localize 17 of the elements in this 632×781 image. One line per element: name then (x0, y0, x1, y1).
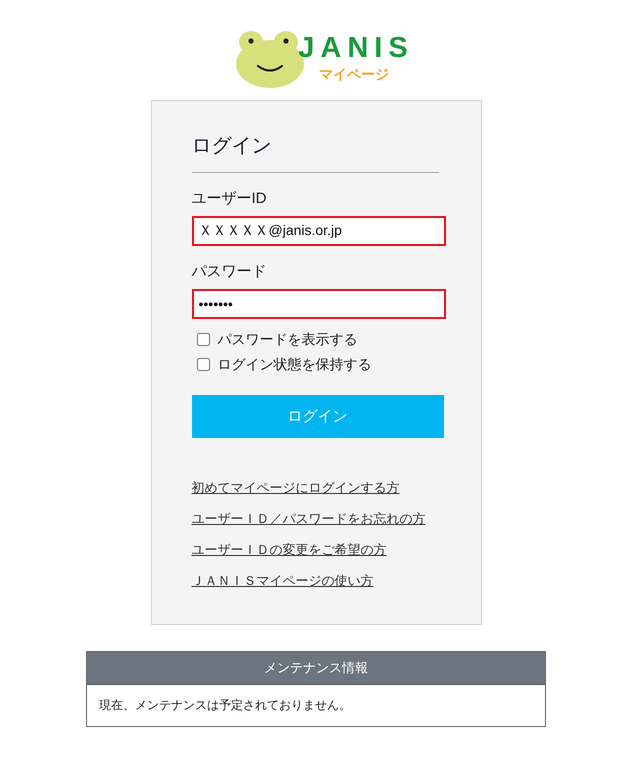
checkbox-label: パスワードを表示する (218, 330, 358, 348)
help-link[interactable]: 初めてマイページにログインする方 (192, 478, 400, 496)
help-link[interactable]: ユーザーＩＤ／パスワードをお忘れの方 (192, 510, 426, 528)
field-label: ユーザーID (192, 189, 268, 209)
login-title: ログイン (192, 134, 272, 159)
checkbox[interactable] (196, 333, 210, 346)
help-link[interactable]: ユーザーＩＤの変更をご希望の方 (192, 540, 386, 558)
logo-wordmark: JANIS (298, 32, 414, 64)
user-id-field[interactable]: ＸＸＸＸＸ@janis.or.jp (192, 216, 446, 246)
maintenance-header: メンテナンス情報 (87, 652, 545, 684)
checkbox-label: ログイン状態を保持する (218, 356, 372, 374)
checkbox[interactable] (196, 358, 210, 371)
help-link[interactable]: ＪＡＮＩＳマイページの使い方 (192, 572, 374, 590)
password-field[interactable]: ••••••• (192, 289, 446, 319)
field-label: パスワード (192, 262, 268, 282)
logo-subtitle: マイページ (318, 65, 389, 83)
maintenance-message: 現在、メンテナンスは予定されておりません。 (99, 698, 351, 712)
